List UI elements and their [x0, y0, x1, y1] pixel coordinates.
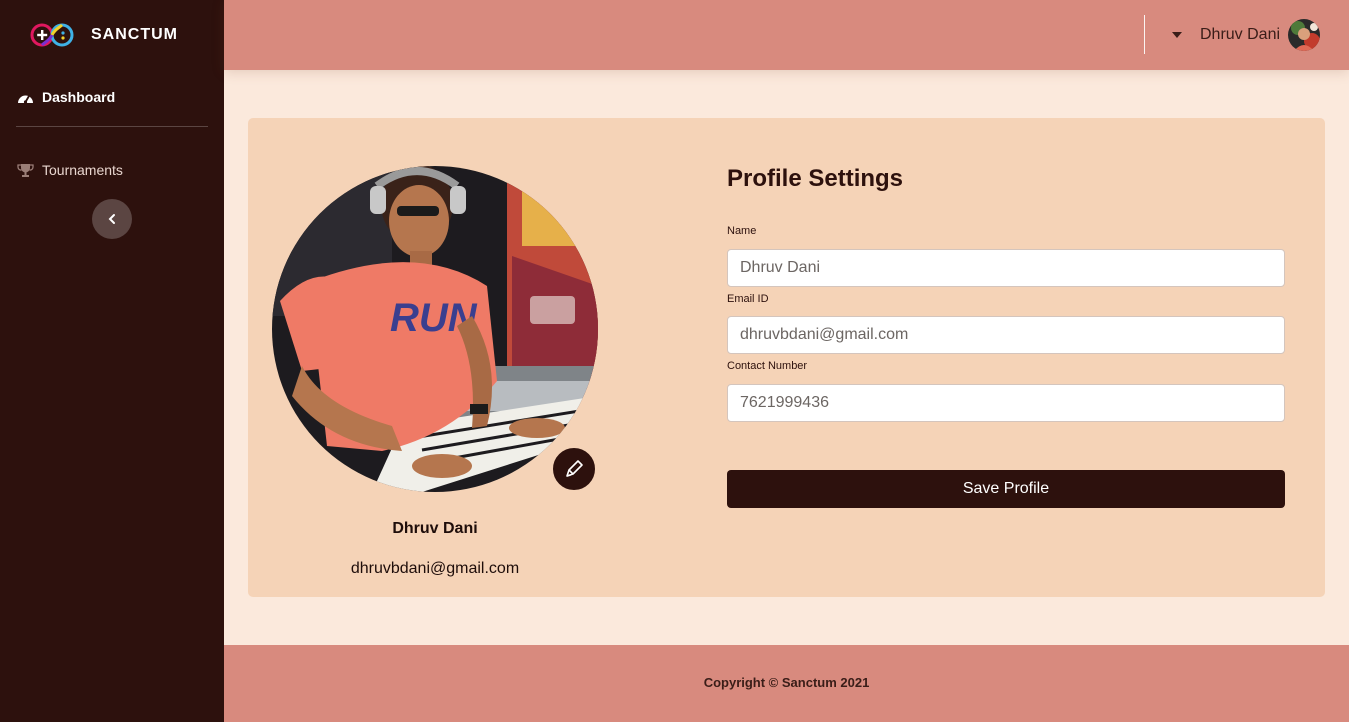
- pencil-icon: [566, 460, 583, 477]
- email-label: Email ID: [727, 293, 769, 305]
- edit-photo-button[interactable]: [550, 445, 598, 493]
- user-name: Dhruv Dani: [1200, 26, 1281, 43]
- sidebar: SANCTUM Dashboard Tournaments: [0, 0, 224, 722]
- profile-name: Dhruv Dani: [392, 520, 478, 537]
- sidebar-item-label: Tournaments: [42, 162, 123, 178]
- contact-label: Contact Number: [727, 360, 808, 372]
- footer: Copyright © Sanctum 2021: [224, 645, 1349, 722]
- contact-field[interactable]: [727, 384, 1285, 422]
- sidebar-item-label: Dashboard: [42, 89, 116, 105]
- email-field[interactable]: [727, 316, 1285, 354]
- page-title: Profile Settings: [727, 165, 904, 192]
- sidebar-divider: [16, 126, 208, 127]
- name-field[interactable]: [727, 249, 1285, 287]
- chevron-left-icon: [108, 214, 115, 224]
- brand-logo-icon: [30, 23, 74, 47]
- tachometer-icon: [16, 89, 34, 105]
- sidebar-item-tournaments[interactable]: Tournaments: [16, 162, 123, 178]
- sidebar-toggle-button[interactable]: [92, 199, 132, 239]
- brand-name: SANCTUM: [91, 26, 178, 43]
- topbar-divider: [1144, 15, 1145, 54]
- trophy-icon: [16, 162, 34, 178]
- profile-photo: RUN: [272, 166, 598, 492]
- profile-email: dhruvbdani@gmail.com: [350, 560, 520, 577]
- caret-down-icon: [1172, 32, 1182, 38]
- topbar: Dhruv Dani: [224, 0, 1349, 70]
- copyright-text: Copyright © Sanctum 2021: [703, 675, 870, 690]
- save-profile-button[interactable]: Save Profile: [727, 470, 1285, 508]
- name-label: Name: [727, 225, 757, 237]
- avatar[interactable]: [1288, 19, 1321, 51]
- sidebar-item-dashboard[interactable]: Dashboard: [16, 89, 115, 105]
- profile-card: RUN Dhruv Dani dhruvbdani@gmail.com Prof…: [248, 118, 1325, 597]
- brand[interactable]: SANCTUM: [28, 20, 178, 50]
- user-menu[interactable]: Dhruv Dani: [1172, 18, 1321, 52]
